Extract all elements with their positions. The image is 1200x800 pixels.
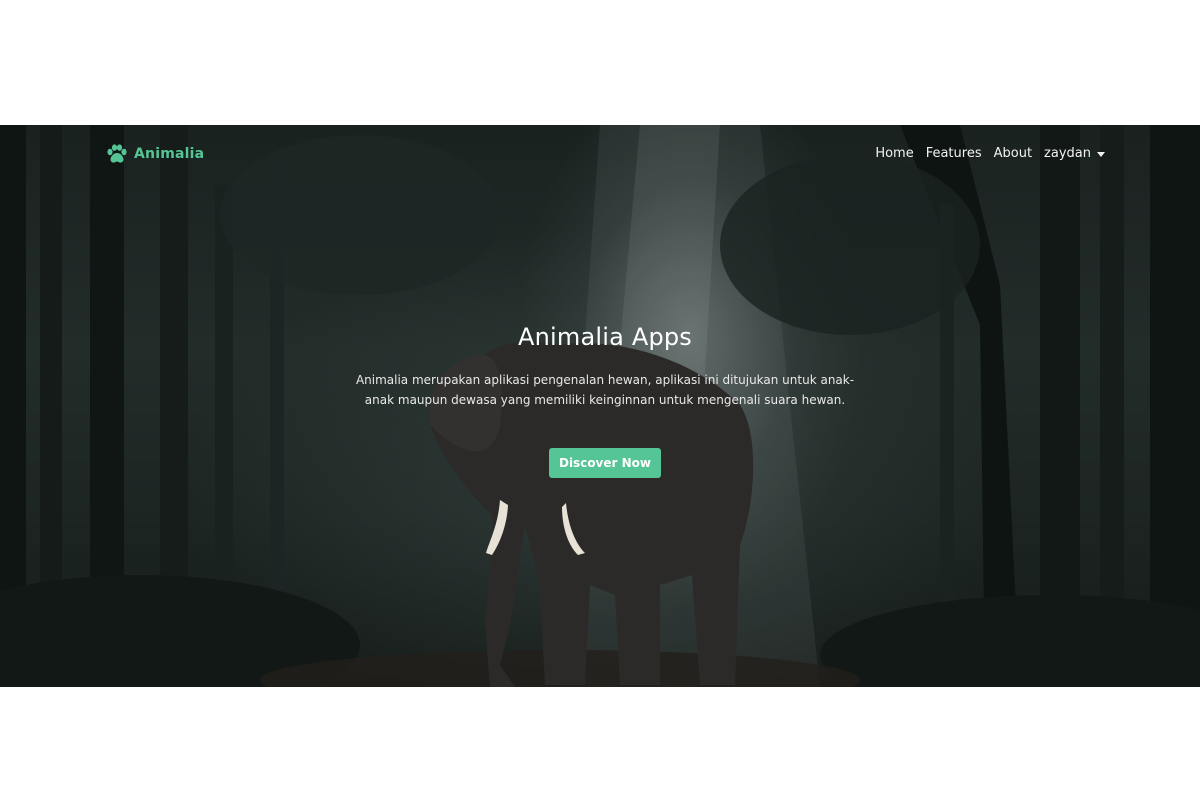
- caret-down-icon: [1097, 151, 1105, 157]
- hero-content: Animalia Apps Animalia merupakan aplikas…: [0, 321, 1200, 478]
- page: Animalia Home Features About zaydan Anim…: [0, 0, 1200, 800]
- hero-title: Animalia Apps: [517, 323, 693, 351]
- brand-name: Animalia: [134, 146, 205, 162]
- discover-now-button[interactable]: Discover Now: [548, 448, 661, 478]
- paw-icon: [107, 144, 127, 163]
- user-menu-dropdown[interactable]: zaydan: [1044, 146, 1105, 161]
- nav-links: Home Features About zaydan: [875, 146, 1105, 161]
- brand-logo[interactable]: Animalia: [106, 144, 204, 164]
- nav-link-features[interactable]: Features: [926, 146, 982, 161]
- navbar: Animalia Home Features About zaydan: [0, 125, 1200, 187]
- hero-section: Animalia Home Features About zaydan Anim…: [0, 125, 1200, 687]
- nav-link-home[interactable]: Home: [875, 146, 913, 161]
- nav-link-about[interactable]: About: [994, 146, 1032, 161]
- hero-description: Animalia merupakan aplikasi pengenalan h…: [355, 373, 855, 407]
- user-menu-label: zaydan: [1044, 146, 1091, 161]
